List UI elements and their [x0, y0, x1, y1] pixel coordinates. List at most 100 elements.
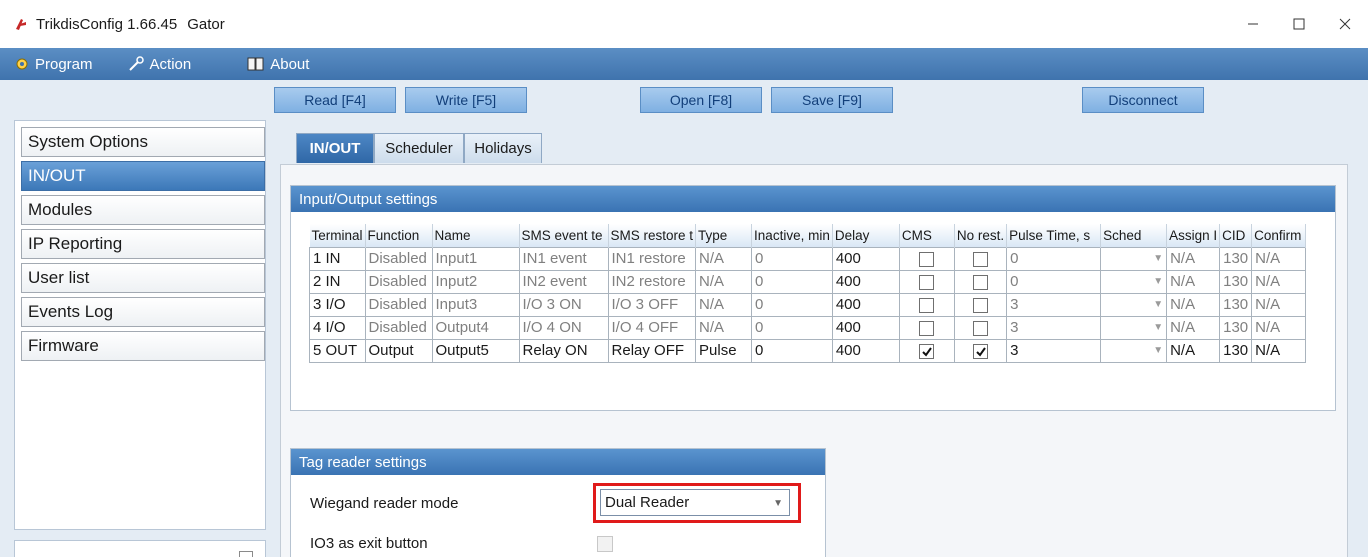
cell-function[interactable]: Output	[364, 338, 433, 363]
cell-confirm[interactable]: N/A	[1251, 338, 1307, 363]
sidebar-item-in-out[interactable]: IN/OUT	[21, 161, 265, 191]
cell-name[interactable]: Output5	[431, 338, 520, 363]
cms-checkbox[interactable]	[919, 343, 935, 359]
cms-checkbox[interactable]	[919, 320, 935, 336]
cell-confirm[interactable]: N/A	[1251, 292, 1307, 317]
sidebar-item-modules[interactable]: Modules	[21, 195, 265, 225]
column-header[interactable]: No rest.	[954, 224, 1008, 247]
cell-terminal[interactable]: 1 IN	[309, 246, 366, 271]
cms-checkbox[interactable]	[919, 251, 935, 267]
tab-scheduler[interactable]: Scheduler	[374, 133, 464, 163]
cell-terminal[interactable]: 5 OUT	[309, 338, 366, 363]
cell-type[interactable]: N/A	[695, 246, 753, 271]
menu-about[interactable]: About	[237, 48, 319, 80]
tab-in-out[interactable]: IN/OUT	[296, 133, 374, 163]
cell-sched[interactable]: ▼	[1100, 292, 1168, 317]
cell-sms-event[interactable]: I/O 4 ON	[518, 315, 609, 340]
cell-sms-restore[interactable]: I/O 4 OFF	[607, 315, 697, 340]
column-header[interactable]: SMS restore t	[608, 224, 697, 247]
column-header[interactable]: Assign I	[1166, 224, 1221, 247]
column-header[interactable]: SMS event te	[519, 224, 609, 247]
cell-assign[interactable]: N/A	[1166, 246, 1221, 271]
sidebar-item-firmware[interactable]: Firmware	[21, 331, 265, 361]
cell-type[interactable]: N/A	[695, 269, 753, 294]
cell-sms-restore[interactable]: I/O 3 OFF	[607, 292, 697, 317]
read-button[interactable]: Read [F4]	[274, 87, 396, 113]
cell-function[interactable]: Disabled	[364, 269, 433, 294]
cell-inactive[interactable]: 0	[751, 246, 833, 271]
cell-sched[interactable]: ▼	[1100, 338, 1168, 363]
column-header[interactable]: Name	[432, 224, 520, 247]
cell-assign[interactable]: N/A	[1166, 269, 1221, 294]
cell-name[interactable]: Input3	[431, 292, 520, 317]
cell-delay[interactable]: 400	[831, 338, 900, 363]
save-button[interactable]: Save [F9]	[771, 87, 893, 113]
table-row[interactable]: 2 IN Disabled Input2 IN2 event IN2 restore N/…	[309, 269, 1307, 294]
cell-inactive[interactable]: 0	[751, 269, 833, 294]
column-header[interactable]: Function	[365, 224, 433, 247]
table-row[interactable]: 5 OUT Output Output5 Relay ON Relay OFF Pulse…	[309, 338, 1307, 363]
cell-inactive[interactable]: 0	[751, 338, 833, 363]
cell-delay[interactable]: 400	[831, 315, 900, 340]
menu-action[interactable]: Action	[117, 48, 202, 80]
column-header[interactable]: CMS	[899, 224, 955, 247]
cell-type[interactable]: Pulse	[695, 338, 753, 363]
cell-confirm[interactable]: N/A	[1251, 246, 1307, 271]
cell-inactive[interactable]: 0	[751, 315, 833, 340]
sidebar-item-ip-reporting[interactable]: IP Reporting	[21, 229, 265, 259]
cell-delay[interactable]: 400	[831, 292, 900, 317]
minimize-icon[interactable]	[1230, 0, 1276, 48]
cell-cid[interactable]: 130	[1219, 246, 1253, 271]
tab-holidays[interactable]: Holidays	[464, 133, 542, 163]
sidebar-item-events-log[interactable]: Events Log	[21, 297, 265, 327]
cell-pulse[interactable]: 0	[1006, 246, 1102, 271]
menu-program[interactable]: Program	[4, 48, 103, 80]
cell-terminal[interactable]: 4 I/O	[309, 315, 366, 340]
exit-button-checkbox[interactable]	[597, 536, 613, 552]
column-header[interactable]: Terminal	[309, 224, 366, 247]
cell-cid[interactable]: 130	[1219, 269, 1253, 294]
cell-cid[interactable]: 130	[1219, 315, 1253, 340]
cell-delay[interactable]: 400	[831, 269, 900, 294]
cell-function[interactable]: Disabled	[364, 246, 433, 271]
cell-confirm[interactable]: N/A	[1251, 269, 1307, 294]
cell-sched[interactable]: ▼	[1100, 246, 1168, 271]
no-rest-checkbox[interactable]	[972, 274, 988, 290]
cell-sms-restore[interactable]: IN1 restore	[607, 246, 697, 271]
cell-confirm[interactable]: N/A	[1251, 315, 1307, 340]
open-button[interactable]: Open [F8]	[640, 87, 762, 113]
column-header[interactable]: Pulse Time, s	[1006, 224, 1102, 247]
cell-sms-restore[interactable]: Relay OFF	[607, 338, 697, 363]
cell-cid[interactable]: 130	[1219, 292, 1253, 317]
cell-pulse[interactable]: 3	[1006, 338, 1102, 363]
maximize-icon[interactable]	[1276, 0, 1322, 48]
sidebar-footer-checkbox[interactable]	[239, 551, 253, 557]
no-rest-checkbox[interactable]	[972, 297, 988, 313]
cell-terminal[interactable]: 2 IN	[309, 269, 366, 294]
cell-sms-event[interactable]: IN2 event	[518, 269, 609, 294]
cell-sms-restore[interactable]: IN2 restore	[607, 269, 697, 294]
cell-sms-event[interactable]: Relay ON	[518, 338, 609, 363]
column-header[interactable]: CID	[1219, 224, 1253, 247]
cell-name[interactable]: Output4	[431, 315, 520, 340]
cell-terminal[interactable]: 3 I/O	[309, 292, 366, 317]
cell-cid[interactable]: 130	[1219, 338, 1253, 363]
cell-pulse[interactable]: 3	[1006, 315, 1102, 340]
cell-sms-event[interactable]: I/O 3 ON	[518, 292, 609, 317]
sidebar-item-system-options[interactable]: System Options	[21, 127, 265, 157]
close-icon[interactable]	[1322, 0, 1368, 48]
cell-assign[interactable]: N/A	[1166, 338, 1221, 363]
column-header[interactable]: Sched	[1100, 224, 1168, 247]
table-row[interactable]: 4 I/O Disabled Output4 I/O 4 ON I/O 4 OFF N/A…	[309, 315, 1307, 340]
cell-type[interactable]: N/A	[695, 315, 753, 340]
cell-type[interactable]: N/A	[695, 292, 753, 317]
cell-assign[interactable]: N/A	[1166, 292, 1221, 317]
cell-function[interactable]: Disabled	[364, 292, 433, 317]
cms-checkbox[interactable]	[919, 297, 935, 313]
write-button[interactable]: Write [F5]	[405, 87, 527, 113]
cell-function[interactable]: Disabled	[364, 315, 433, 340]
column-header[interactable]: Delay	[832, 224, 900, 247]
column-header[interactable]: Confirm	[1251, 224, 1307, 247]
column-header[interactable]: Inactive, min	[751, 224, 833, 247]
column-header[interactable]: Type	[695, 224, 753, 247]
